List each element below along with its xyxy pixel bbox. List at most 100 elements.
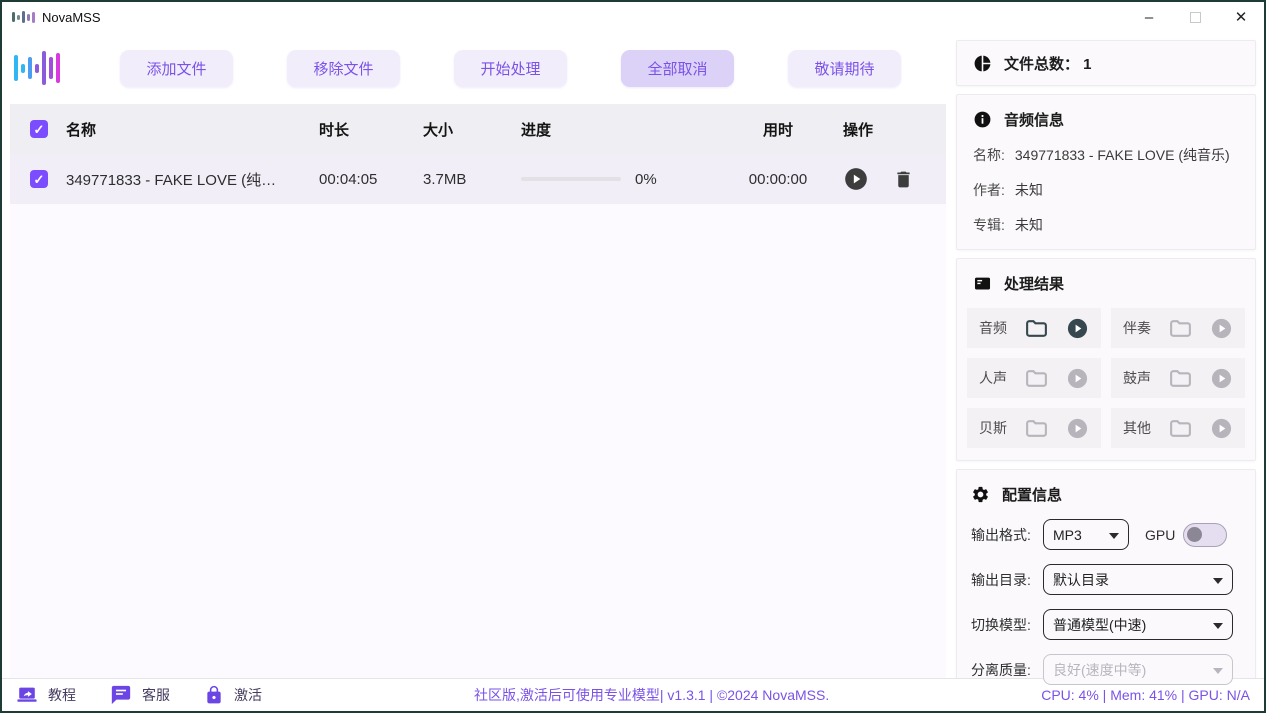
result-label: 其他 — [1123, 418, 1151, 438]
model-row: 切换模型: 普通模型(中速) — [971, 609, 1241, 640]
output-dir-label: 输出目录: — [971, 570, 1043, 590]
audio-album-value: 未知 — [1015, 215, 1043, 235]
folder-icon — [1024, 416, 1049, 441]
app-window: NovaMSS – ✕ 添加文件 移除文件 开始处理 全部取消 敬请期待 — [0, 0, 1266, 713]
model-select[interactable]: 普通模型(中速) — [1043, 609, 1233, 640]
start-processing-button[interactable]: 开始处理 — [454, 50, 567, 87]
play-result-button — [1210, 317, 1233, 340]
play-icon — [1066, 367, 1089, 390]
play-icon — [1066, 317, 1089, 340]
list-card-icon — [973, 274, 992, 293]
audio-info-title: 音频信息 — [1004, 109, 1064, 130]
quality-select: 良好(速度中等) — [1043, 654, 1233, 685]
config-header: 配置信息 — [971, 484, 1241, 505]
delete-row-button[interactable] — [893, 169, 914, 190]
result-label: 人声 — [979, 368, 1007, 388]
result-item-audio: 音频 — [967, 308, 1101, 348]
results-card: 处理结果 音频 伴奏 人声 — [956, 258, 1256, 461]
folder-icon — [1024, 366, 1049, 391]
open-folder-button — [1024, 416, 1049, 441]
add-files-button[interactable]: 添加文件 — [120, 50, 233, 87]
version-text: 社区版,激活后可使用专业模型| v1.3.1 | ©2024 NovaMSS. — [262, 685, 1041, 705]
gear-icon — [971, 485, 990, 504]
folder-icon — [1168, 416, 1193, 441]
maximize-icon — [1190, 12, 1201, 23]
cell-progress: 0% — [521, 171, 728, 188]
file-count-text: 文件总数： 1 — [1004, 53, 1092, 74]
cell-operations — [828, 166, 950, 192]
file-table: 名称 时长 大小 进度 用时 操作 349771833 - FAKE LOVE … — [10, 104, 946, 678]
toggle-knob — [1187, 527, 1202, 542]
cell-elapsed: 00:00:00 — [728, 171, 828, 188]
row-checkbox[interactable] — [30, 170, 48, 188]
lock-icon — [204, 685, 224, 705]
coming-soon-button[interactable]: 敬请期待 — [788, 50, 901, 87]
table-header-row: 名称 时长 大小 进度 用时 操作 — [10, 104, 946, 154]
cell-duration: 00:04:05 — [319, 171, 423, 188]
maximize-button[interactable] — [1172, 2, 1218, 32]
audio-name-field: 名称: 349771833 - FAKE LOVE (纯音乐) — [973, 145, 1239, 165]
select-all-checkbox[interactable] — [30, 120, 48, 138]
quality-value: 良好(速度中等) — [1053, 660, 1146, 680]
col-header-duration: 时长 — [319, 119, 423, 140]
model-value: 普通模型(中速) — [1053, 615, 1146, 635]
chat-icon — [110, 684, 132, 706]
audio-album-field: 专辑: 未知 — [973, 215, 1239, 235]
pie-chart-icon — [973, 54, 992, 73]
cancel-all-button[interactable]: 全部取消 — [621, 50, 734, 87]
audio-name-value: 349771833 - FAKE LOVE (纯音乐) — [1015, 145, 1230, 165]
cell-size: 3.7MB — [423, 171, 521, 188]
gpu-toggle[interactable] — [1183, 523, 1227, 547]
chevron-down-icon — [1213, 668, 1223, 674]
remove-files-button[interactable]: 移除文件 — [287, 50, 400, 87]
system-stats: CPU: 4% | Mem: 41% | GPU: N/A — [1041, 687, 1250, 703]
folder-icon — [1168, 316, 1193, 341]
cell-file-name: 349771833 - FAKE LOVE (纯… — [66, 169, 319, 190]
table-row[interactable]: 349771833 - FAKE LOVE (纯… 00:04:05 3.7MB… — [10, 154, 946, 204]
output-format-label: 输出格式: — [971, 525, 1043, 545]
play-icon — [1066, 417, 1089, 440]
audio-artist-value: 未知 — [1015, 180, 1043, 200]
gpu-label: GPU — [1145, 527, 1175, 543]
audio-info-card: 音频信息 名称: 349771833 - FAKE LOVE (纯音乐) 作者:… — [956, 94, 1256, 250]
col-header-elapsed: 用时 — [728, 119, 828, 140]
open-folder-button — [1168, 316, 1193, 341]
chevron-down-icon — [1213, 623, 1223, 629]
col-header-name: 名称 — [66, 119, 319, 140]
output-dir-value: 默认目录 — [1053, 570, 1109, 590]
toolbar: 添加文件 移除文件 开始处理 全部取消 敬请期待 — [10, 40, 946, 96]
output-format-select[interactable]: MP3 — [1043, 519, 1129, 550]
result-item-other: 其他 — [1111, 408, 1245, 448]
audio-artist-label: 作者: — [973, 180, 1005, 200]
waveform-logo-icon — [14, 51, 66, 85]
close-button[interactable]: ✕ — [1218, 2, 1264, 32]
app-icon — [12, 9, 35, 25]
output-dir-select[interactable]: 默认目录 — [1043, 564, 1233, 595]
play-icon — [1210, 367, 1233, 390]
open-folder-button[interactable] — [1024, 316, 1049, 341]
play-result-button — [1066, 367, 1089, 390]
play-icon — [1210, 317, 1233, 340]
play-result-button — [1066, 417, 1089, 440]
col-header-ops: 操作 — [828, 119, 950, 140]
result-label: 贝斯 — [979, 418, 1007, 438]
output-format-value: MP3 — [1053, 527, 1082, 543]
result-item-drums: 鼓声 — [1111, 358, 1245, 398]
play-result-button[interactable] — [1066, 317, 1089, 340]
support-link[interactable]: 客服 — [110, 684, 170, 706]
open-folder-button — [1168, 366, 1193, 391]
activate-link[interactable]: 激活 — [204, 685, 262, 705]
folder-icon — [1024, 316, 1049, 341]
config-title: 配置信息 — [1002, 484, 1062, 505]
window-title: NovaMSS — [42, 10, 101, 25]
audio-name-label: 名称: — [973, 145, 1005, 165]
progress-label: 0% — [635, 171, 657, 188]
result-label: 伴奏 — [1123, 318, 1151, 338]
minimize-button[interactable]: – — [1126, 2, 1172, 32]
tutorial-link[interactable]: 教程 — [16, 684, 76, 706]
open-folder-button — [1168, 416, 1193, 441]
play-row-button[interactable] — [843, 166, 869, 192]
result-item-bass: 贝斯 — [967, 408, 1101, 448]
info-icon — [973, 110, 992, 129]
play-result-button — [1210, 367, 1233, 390]
